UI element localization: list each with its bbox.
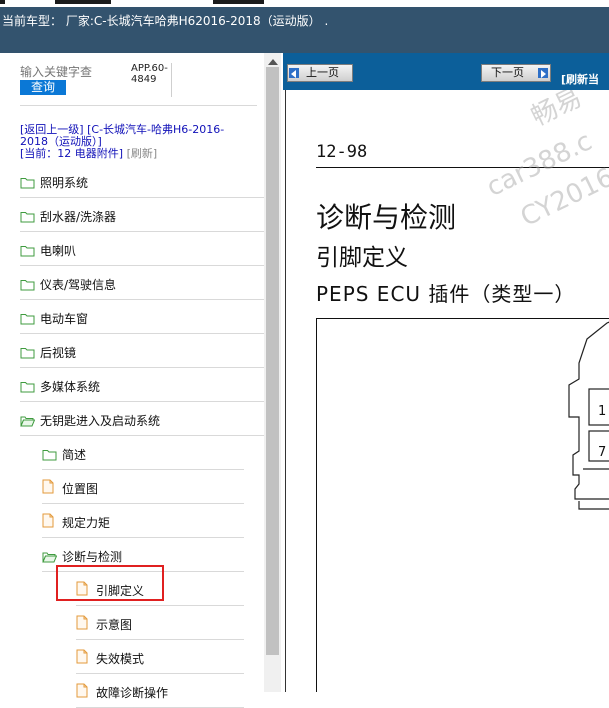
tree-item-label: 照明系统 [40, 176, 89, 190]
tree-item-label: 刮水器/洗涤器 [40, 210, 117, 224]
tree-item[interactable]: 刮水器/洗涤器 [20, 198, 265, 232]
sidebar: 查询 APP.60-4849 [返回上一级] [C-长城汽车-哈弗H6-2016… [0, 53, 283, 708]
folder-icon [42, 446, 57, 461]
tree-item[interactable]: 仪表/驾驶信息 [20, 266, 265, 300]
tree-item-label: 电动车窗 [40, 312, 89, 326]
tree-item-label: 多媒体系统 [40, 380, 101, 394]
folder-open-icon [20, 412, 36, 427]
search-input[interactable] [20, 65, 124, 79]
tree-item[interactable]: 位置图 [42, 470, 244, 504]
page-icon [76, 649, 88, 664]
tree-item[interactable]: 电动车窗 [20, 300, 265, 334]
tree-item-label: 电喇叭 [40, 244, 77, 258]
page-icon [76, 683, 88, 698]
page-icon [42, 513, 54, 528]
connector-title: PEPS ECU 插件（类型一） [316, 282, 576, 306]
sidebar-scrollbar[interactable] [264, 53, 281, 692]
version-separator [171, 63, 172, 97]
top-header: 当前车型： 厂家:C-长城汽车哈弗H62016-2018（运动版） . [0, 0, 609, 53]
tree-item[interactable]: 示意图 [76, 606, 244, 640]
watermark-text: 畅易 [526, 90, 587, 133]
document-page: 12-98 诊断与检测 引脚定义 PEPS ECU 插件（类型一） 1 7 畅易… [285, 90, 609, 692]
window-strip [0, 0, 609, 7]
tree-item-label: 示意图 [96, 618, 133, 632]
arrow-left-icon [289, 68, 299, 78]
scroll-thumb[interactable] [266, 67, 279, 655]
connector-diagram: 1 7 [568, 321, 609, 510]
folder-icon [20, 378, 35, 393]
page-icon [76, 615, 88, 630]
tree-item[interactable]: 多媒体系统 [20, 368, 265, 402]
prev-page-button[interactable]: 上一页 [287, 64, 353, 82]
doc-subheading: 引脚定义 [316, 245, 408, 271]
tree-item[interactable]: 电喇叭 [20, 232, 265, 266]
folder-icon [20, 208, 35, 223]
tree-item-label: 无钥匙进入及启动系统 [40, 414, 161, 428]
page-number: 12-98 [316, 142, 368, 162]
doc-heading: 诊断与检测 [316, 201, 457, 234]
tree-item[interactable]: 故障诊断操作 [76, 674, 244, 708]
tree-item-label: 简述 [62, 448, 87, 462]
tree-item-label: 规定力矩 [62, 516, 111, 530]
folder-icon [20, 242, 35, 257]
pin-label: 1 [598, 404, 606, 419]
tree-item-label: 位置图 [62, 482, 99, 496]
tree-item-label: 故障诊断操作 [96, 686, 169, 700]
tree-item-label: 失效模式 [96, 652, 145, 666]
tree-item-label: 仪表/驾驶信息 [40, 278, 117, 292]
divider [20, 105, 257, 106]
folder-icon [20, 344, 35, 359]
tree-item[interactable]: 规定力矩 [42, 504, 244, 538]
tree-item-label: 诊断与检测 [62, 550, 123, 564]
tree-item[interactable]: 后视镜 [20, 334, 265, 368]
refresh-link[interactable]: [刷新] [127, 147, 158, 160]
viewer-toolbar: 上一页 下一页 [刷新当 [283, 53, 609, 90]
folder-icon [20, 276, 35, 291]
folder-icon [20, 310, 35, 325]
tree-item[interactable]: 失效模式 [76, 640, 244, 674]
folder-open-icon [42, 548, 58, 563]
breadcrumb: [返回上一级] [C-长城汽车-哈弗H6-2016-2018（运动版）] [当前… [20, 124, 245, 160]
tree-item-label: 后视镜 [40, 346, 77, 360]
tree-item[interactable]: 照明系统 [20, 164, 265, 198]
page-icon [42, 479, 54, 494]
refresh-current-link[interactable]: [刷新当 [561, 71, 599, 87]
tree-item[interactable]: 无钥匙进入及启动系统 [20, 402, 265, 436]
next-page-button[interactable]: 下一页 [481, 64, 551, 82]
scroll-up-icon[interactable] [268, 59, 278, 65]
connector-diagram-frame: 1 7 [316, 318, 609, 692]
tree-item[interactable]: 简述 [42, 436, 244, 470]
pin-label: 7 [598, 445, 606, 460]
document-viewer: 上一页 下一页 [刷新当 12-98 诊断与检测 引脚定义 PEPS ECU 插… [283, 53, 609, 692]
search-button[interactable]: 查询 [20, 80, 66, 95]
folder-icon [20, 174, 35, 189]
current-label: [当前： [20, 147, 58, 160]
app-version: APP.60-4849 [131, 63, 168, 85]
current-category: 12 电器附件] [57, 147, 124, 160]
current-model-title: 当前车型： 厂家:C-长城汽车哈弗H62016-2018（运动版） . [2, 14, 329, 28]
arrow-right-icon [538, 68, 548, 78]
selected-highlight [56, 565, 164, 601]
